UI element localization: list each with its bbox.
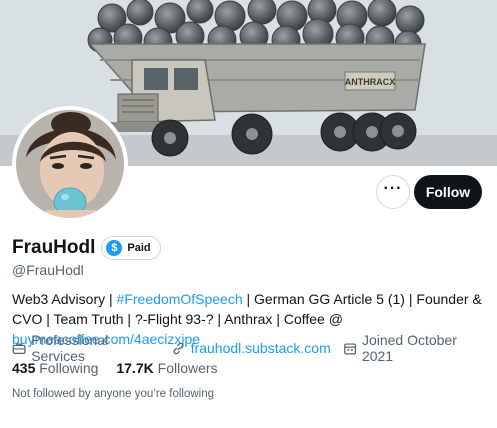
avatar[interactable] <box>12 106 128 222</box>
link-icon <box>173 342 184 354</box>
followers-stat[interactable]: 17.7K Followers <box>116 360 217 376</box>
joined-label: Joined October 2021 <box>361 332 457 364</box>
user-handle: @FrauHodl <box>12 262 84 278</box>
paid-badge[interactable]: $ Paid <box>101 236 161 260</box>
following-stat[interactable]: 435 Following <box>12 360 98 376</box>
avatar-image <box>16 110 124 218</box>
more-options-button[interactable]: ··· <box>376 175 410 209</box>
display-name: FrauHodl <box>12 237 96 258</box>
following-count: 435 <box>12 360 36 376</box>
follow-button[interactable]: Follow <box>414 175 482 209</box>
joined-item: Joined October 2021 <box>343 332 485 364</box>
paid-badge-label: Paid <box>127 242 151 254</box>
followed-by-note: Not followed by anyone you’re following <box>12 388 215 400</box>
website-link[interactable]: frauhodl.substack.com <box>191 340 331 356</box>
website-item[interactable]: frauhodl.substack.com <box>171 340 331 356</box>
follow-stats: 435 Following 17.7K Followers <box>12 360 236 376</box>
bio-text-1: Web3 Advisory | <box>12 291 117 307</box>
dollar-badge-icon: $ <box>106 240 123 256</box>
hashtag-link[interactable]: #FreedomOfSpeech <box>117 291 243 307</box>
calendar-icon <box>343 342 356 354</box>
name-row: FrauHodl $ Paid <box>12 236 161 260</box>
followers-label: Followers <box>157 360 218 376</box>
followers-count: 17.7K <box>116 360 154 376</box>
truck-sign: ANTHRACX <box>345 77 396 87</box>
following-label: Following <box>39 360 99 376</box>
more-icon: ··· <box>383 180 403 197</box>
briefcase-icon <box>12 342 26 354</box>
